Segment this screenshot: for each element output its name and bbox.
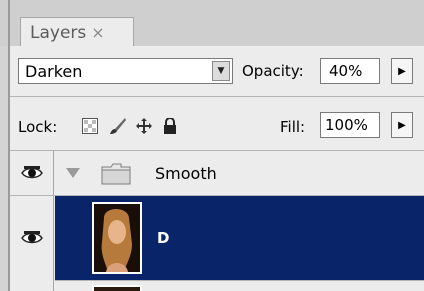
chevron-down-icon[interactable]: ▼ (212, 61, 230, 81)
layers-panel: Darken ▼ Opacity: 40% ▶ Lock: Fill: 100%… (10, 46, 424, 291)
visibility-toggle[interactable] (10, 151, 54, 195)
fill-input[interactable]: 100% (320, 112, 380, 138)
blend-mode-value: Darken (25, 61, 83, 81)
opacity-input[interactable]: 40% (320, 58, 380, 84)
layer-thumbnail (92, 202, 142, 274)
layer-row-partial[interactable] (10, 280, 424, 291)
divider (55, 280, 424, 281)
close-icon[interactable]: × (91, 23, 104, 42)
expand-triangle-icon[interactable] (66, 168, 80, 178)
layer-row-group[interactable]: Smooth (10, 151, 424, 195)
layer-row-selected[interactable]: D (10, 196, 424, 280)
eye-icon (20, 231, 43, 244)
eye-icon (20, 166, 43, 179)
fill-slider-arrow-icon[interactable]: ▶ (391, 112, 413, 138)
visibility-toggle[interactable] (10, 280, 54, 291)
tab-label: Layers (30, 22, 87, 43)
opacity-label: Opacity: (242, 62, 304, 80)
layer-name: Smooth (155, 164, 217, 183)
layer-thumbnail (92, 285, 142, 291)
lock-label: Lock: (18, 118, 58, 136)
lock-transparent-pixels-icon[interactable] (80, 116, 100, 136)
lock-all-padlock-icon[interactable] (160, 116, 180, 136)
fill-label: Fill: (280, 118, 306, 136)
folder-icon (101, 163, 131, 189)
tab-layers[interactable]: Layers × (20, 17, 134, 47)
lock-position-move-icon[interactable] (134, 116, 154, 136)
visibility-toggle[interactable] (10, 196, 54, 280)
lock-image-pixels-brush-icon[interactable] (108, 116, 128, 136)
divider (10, 96, 424, 97)
opacity-slider-arrow-icon[interactable]: ▶ (391, 58, 413, 84)
panel-tab-bar: Layers × (0, 0, 424, 291)
blend-mode-select[interactable]: Darken ▼ (18, 58, 233, 84)
layer-name: D (157, 229, 170, 247)
